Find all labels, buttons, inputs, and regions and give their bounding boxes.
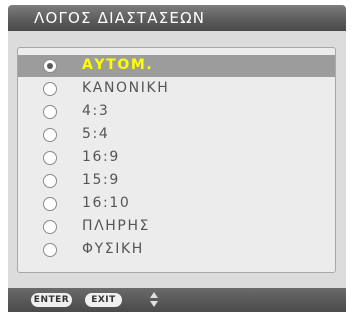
option-16-9[interactable]: 16:9 xyxy=(18,147,335,169)
option-label: ΠΛΗΡΗΣ xyxy=(82,218,151,234)
option-5-4[interactable]: 5:4 xyxy=(18,124,335,146)
radio-button[interactable] xyxy=(43,220,57,234)
radio-button[interactable] xyxy=(43,128,57,142)
option-normal[interactable]: ΚΑΝΟΝΙΚΗ xyxy=(18,78,335,100)
exit-key-hint: EXIT xyxy=(85,293,122,307)
option-4-3[interactable]: 4:3 xyxy=(18,101,335,123)
key-guide-bar: ENTER EXIT xyxy=(8,288,346,312)
osd-menu: ΛΟΓΟΣ ΔΙΑΣΤΑΣΕΩΝ ΑΥΤΟΜ. ΚΑΝΟΝΙΚΗ 4:3 5:4 xyxy=(0,0,353,312)
radio-button[interactable] xyxy=(43,105,57,119)
option-auto[interactable]: ΑΥΤΟΜ. xyxy=(18,55,335,77)
menu-panel: ΑΥΤΟΜ. ΚΑΝΟΝΙΚΗ 4:3 5:4 16:9 15:9 16:10 … xyxy=(8,31,346,288)
option-16-10[interactable]: 16:10 xyxy=(18,193,335,215)
aspect-ratio-option-list: ΑΥΤΟΜ. ΚΑΝΟΝΙΚΗ 4:3 5:4 16:9 15:9 16:10 … xyxy=(17,47,336,273)
menu-title: ΛΟΓΟΣ ΔΙΑΣΤΑΣΕΩΝ xyxy=(34,9,206,27)
option-label: 16:9 xyxy=(82,149,120,165)
radio-button[interactable] xyxy=(43,82,57,96)
radio-button[interactable] xyxy=(43,197,57,211)
radio-button-checked[interactable] xyxy=(43,59,57,73)
radio-button[interactable] xyxy=(43,151,57,165)
menu-title-bar: ΛΟΓΟΣ ΔΙΑΣΤΑΣΕΩΝ xyxy=(8,5,346,31)
up-down-arrows-icon xyxy=(150,292,158,308)
radio-button[interactable] xyxy=(43,243,57,257)
option-label: 4:3 xyxy=(82,103,110,119)
option-label: ΦΥΣΙΚΗ xyxy=(82,241,144,257)
enter-key-hint: ENTER xyxy=(31,293,72,307)
option-label: 16:10 xyxy=(82,195,131,211)
radio-button[interactable] xyxy=(43,174,57,188)
option-label: 5:4 xyxy=(82,126,110,142)
option-full[interactable]: ΠΛΗΡΗΣ xyxy=(18,216,335,238)
option-label: 15:9 xyxy=(82,172,120,188)
option-15-9[interactable]: 15:9 xyxy=(18,170,335,192)
option-label: ΑΥΤΟΜ. xyxy=(82,57,154,73)
option-label: ΚΑΝΟΝΙΚΗ xyxy=(82,80,170,96)
option-native[interactable]: ΦΥΣΙΚΗ xyxy=(18,239,335,261)
